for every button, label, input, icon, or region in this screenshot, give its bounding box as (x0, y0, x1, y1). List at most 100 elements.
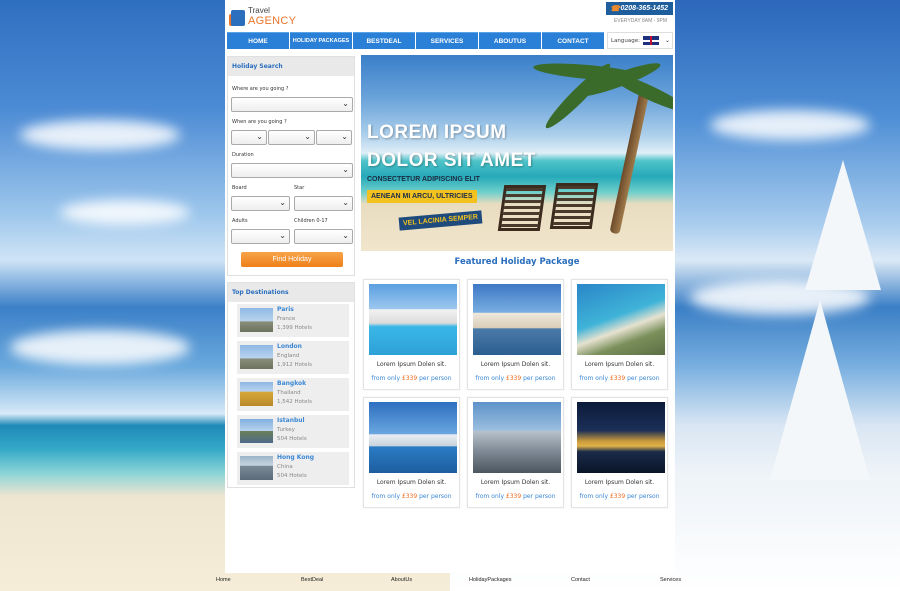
nav-services[interactable]: SERVICES (416, 32, 478, 49)
adults-select[interactable] (231, 229, 290, 244)
price-prefix: from only (371, 375, 402, 382)
package-card[interactable]: Lorem Ipsum Dolen sit. from only £339 pe… (363, 397, 460, 508)
package-title: Lorem Ipsum Dolen sit. (480, 479, 551, 486)
destination-item-paris[interactable]: Paris France 1,399 Hotels (237, 304, 349, 337)
cloud (10, 330, 190, 365)
destination-name[interactable]: Hong Kong (277, 454, 314, 461)
children-label: Children 0-17 (294, 218, 328, 224)
cloud (20, 120, 180, 150)
package-title: Lorem Ipsum Dolen sit. (584, 361, 655, 368)
package-card[interactable]: Lorem Ipsum Dolen sit. from only £339 pe… (571, 279, 668, 390)
hero-tag-secondary: VEL LACINIA SEMPER (398, 210, 483, 231)
when-month-select[interactable] (268, 130, 315, 145)
destination-item-hong-kong[interactable]: Hong Kong China 504 Hotels (237, 452, 349, 485)
price-suffix: per person (417, 493, 452, 500)
destination-hotels: 1,399 Hotels (277, 325, 312, 331)
destination-hotels: 1,542 Hotels (277, 399, 312, 405)
destination-country: England (277, 353, 300, 359)
cloud (710, 110, 870, 140)
footer-link-bestdeal[interactable]: BestDeal (301, 577, 323, 583)
package-price: from only £339 per person (572, 493, 667, 500)
destination-name[interactable]: London (277, 343, 302, 350)
star-select[interactable] (294, 196, 353, 211)
destination-thumbnail (240, 308, 273, 332)
price-suffix: per person (521, 493, 556, 500)
price-suffix: per person (417, 375, 452, 382)
package-card[interactable]: Lorem Ipsum Dolen sit. from only £339 pe… (467, 397, 564, 508)
hero-banner[interactable]: LOREM IPSUM DOLOR SIT AMET CONSECTETUR A… (361, 55, 673, 251)
price-suffix: per person (625, 375, 660, 382)
destination-thumbnail (240, 419, 273, 443)
package-image[interactable] (473, 284, 561, 355)
nav-holiday-packages[interactable]: HOLIDAY PACKAGES (290, 32, 352, 49)
phone-banner: ☎ 0208-365-1452 (606, 2, 673, 15)
destination-item-london[interactable]: London England 1,912 Hotels (237, 341, 349, 374)
when-label: When are you going ? (232, 119, 287, 125)
hero-tag-primary: AENEAN MI ARCU, ULTRICIES (367, 190, 477, 203)
duration-select[interactable] (231, 163, 353, 178)
package-card[interactable]: Lorem Ipsum Dolen sit. from only £339 pe… (571, 397, 668, 508)
when-day-select[interactable] (231, 130, 267, 145)
footer-link-services[interactable]: Services (660, 577, 681, 583)
destination-country: Turkey (277, 427, 295, 433)
hero-heading: LOREM IPSUM DOLOR SIT AMET (367, 119, 587, 175)
footer-link-home[interactable]: Home (216, 577, 231, 583)
package-card[interactable]: Lorem Ipsum Dolen sit. from only £339 pe… (363, 279, 460, 390)
package-price: from only £339 per person (468, 493, 563, 500)
nav-bestdeal[interactable]: BESTDEAL (353, 32, 415, 49)
suitcase-icon (231, 10, 245, 26)
price-amount: £339 (609, 375, 626, 382)
destination-thumbnail (240, 345, 273, 369)
hero-heading-line2: DOLOR SIT AMET (367, 150, 536, 171)
package-title: Lorem Ipsum Dolen sit. (584, 479, 655, 486)
package-image[interactable] (369, 284, 457, 355)
uk-flag-icon (643, 36, 659, 45)
logo-line2: AGENCY (248, 15, 297, 27)
cloud (60, 200, 190, 225)
when-year-select[interactable] (316, 130, 352, 145)
find-holiday-button[interactable]: Find Holiday (241, 252, 343, 267)
top-destinations-panel: Top Destinations Paris France 1,399 Hote… (227, 282, 355, 488)
holiday-search-title: Holiday Search (228, 57, 354, 76)
beach-chair (497, 185, 547, 231)
destination-name[interactable]: Istanbul (277, 417, 305, 424)
where-select[interactable] (231, 97, 353, 112)
footer-link-aboutus[interactable]: AboutUs (391, 577, 412, 583)
holiday-search-panel: Holiday Search Where are you going ? Whe… (227, 56, 355, 276)
package-price: from only £339 per person (468, 375, 563, 382)
package-price: from only £339 per person (572, 375, 667, 382)
footer-link-contact[interactable]: Contact (571, 577, 590, 583)
package-image[interactable] (577, 284, 665, 355)
opening-hours: EVERYDAY 8AM - 9PM (613, 18, 667, 24)
phone-icon: ☎ (610, 4, 620, 13)
package-title: Lorem Ipsum Dolen sit. (376, 479, 447, 486)
board-select[interactable] (231, 196, 290, 211)
package-card[interactable]: Lorem Ipsum Dolen sit. from only £339 pe… (467, 279, 564, 390)
price-suffix: per person (521, 375, 556, 382)
footer-link-holidaypackages[interactable]: HolidayPackages (469, 577, 512, 583)
package-image[interactable] (577, 402, 665, 473)
price-prefix: from only (579, 493, 610, 500)
language-selector[interactable]: Language: ⌄ (607, 32, 673, 49)
destination-name[interactable]: Bangkok (277, 380, 306, 387)
price-prefix: from only (475, 493, 506, 500)
language-label: Language: (611, 37, 640, 44)
nav-aboutus[interactable]: ABOUTUS (479, 32, 541, 49)
footer-nav: Home BestDeal AboutUs HolidayPackages Co… (0, 577, 900, 589)
nav-home[interactable]: HOME (227, 32, 289, 49)
package-image[interactable] (369, 402, 457, 473)
logo[interactable]: Travel AGENCY (229, 4, 299, 28)
children-select[interactable] (294, 229, 353, 244)
price-prefix: from only (371, 493, 402, 500)
price-amount: £339 (609, 493, 626, 500)
package-image[interactable] (473, 402, 561, 473)
nav-contact[interactable]: CONTACT (542, 32, 604, 49)
destination-name[interactable]: Paris (277, 306, 294, 313)
beach-chair (549, 183, 599, 229)
package-title: Lorem Ipsum Dolen sit. (480, 361, 551, 368)
snow-tree (805, 160, 881, 290)
price-amount: £339 (401, 375, 418, 382)
destination-item-bangkok[interactable]: Bangkok Thailand 1,542 Hotels (237, 378, 349, 411)
destination-item-istanbul[interactable]: Istanbul Turkey 504 Hotels (237, 415, 349, 448)
palm-tree (609, 85, 651, 235)
